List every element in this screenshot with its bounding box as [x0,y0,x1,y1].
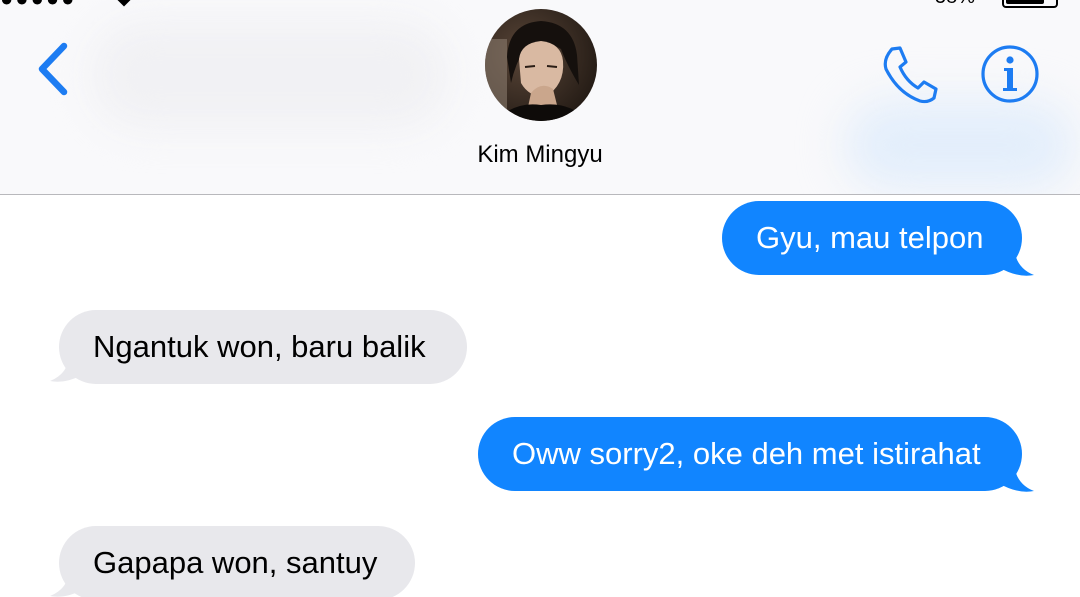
signal-strength-icon: ●●●●● [0,0,76,12]
back-button[interactable] [30,40,80,100]
conversation-header: ●●●●● 58% [0,0,1080,195]
message-bubble-received[interactable]: Gapapa won, santuy [59,526,415,597]
wifi-icon [115,0,133,7]
battery-icon [1002,0,1058,8]
chevron-left-icon [38,42,68,96]
message-bubble-received[interactable]: Ngantuk won, baru balik [59,310,467,384]
info-button[interactable] [980,44,1040,104]
status-bar: ●●●●● 58% [0,0,1080,11]
battery-percentage: 58% [935,0,995,9]
contact-photo [485,9,597,121]
blurred-background-left [90,20,450,130]
phone-icon [883,46,938,104]
info-icon [981,45,1039,103]
contact-name[interactable]: Kim Mingyu [390,140,690,170]
call-button[interactable] [878,43,940,105]
message-bubble-sent[interactable]: Oww sorry2, oke deh met istirahat [478,417,1022,491]
avatar[interactable] [485,9,597,121]
message-bubble-sent[interactable]: Gyu, mau telpon [722,201,1022,275]
blurred-background-right [845,100,1075,190]
message-screen: ●●●●● 58% [0,0,1080,597]
